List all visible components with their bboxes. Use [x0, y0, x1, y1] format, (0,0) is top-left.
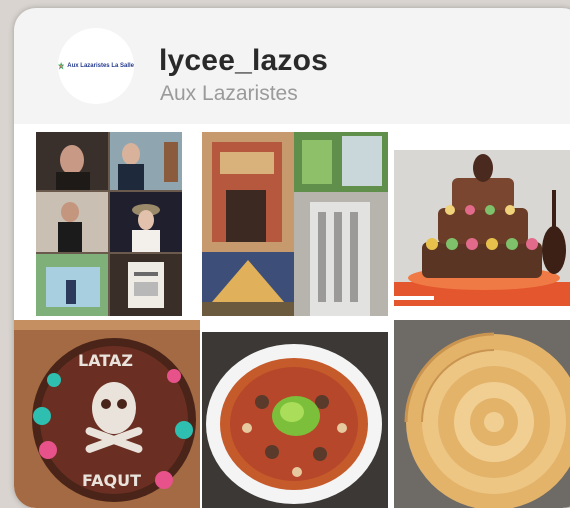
profile-username[interactable]: lycee_lazos [159, 44, 328, 78]
post-photo-tiered-cake[interactable] [394, 150, 570, 306]
profile-card: Aux Lazaristes La Salle lycee_lazos Aux … [14, 8, 570, 508]
post-photo-apple-tart[interactable] [394, 320, 570, 508]
svg-text:LATAZ: LATAZ [78, 351, 133, 370]
post-photo-architecture[interactable] [202, 132, 388, 316]
post-grid: LATAZ FAQUT [14, 124, 570, 508]
logo-text: Aux Lazaristes La Salle [67, 63, 134, 69]
post-photo-pizza[interactable] [202, 332, 388, 508]
profile-avatar[interactable]: Aux Lazaristes La Salle [58, 28, 134, 104]
post-photo-decorated-cake[interactable]: LATAZ FAQUT [14, 320, 200, 508]
svg-text:FAQUT: FAQUT [82, 471, 141, 490]
profile-location[interactable]: Aux Lazaristes [160, 82, 298, 106]
star-logo-icon [58, 61, 65, 70]
post-photo-collage-people[interactable] [36, 132, 182, 316]
